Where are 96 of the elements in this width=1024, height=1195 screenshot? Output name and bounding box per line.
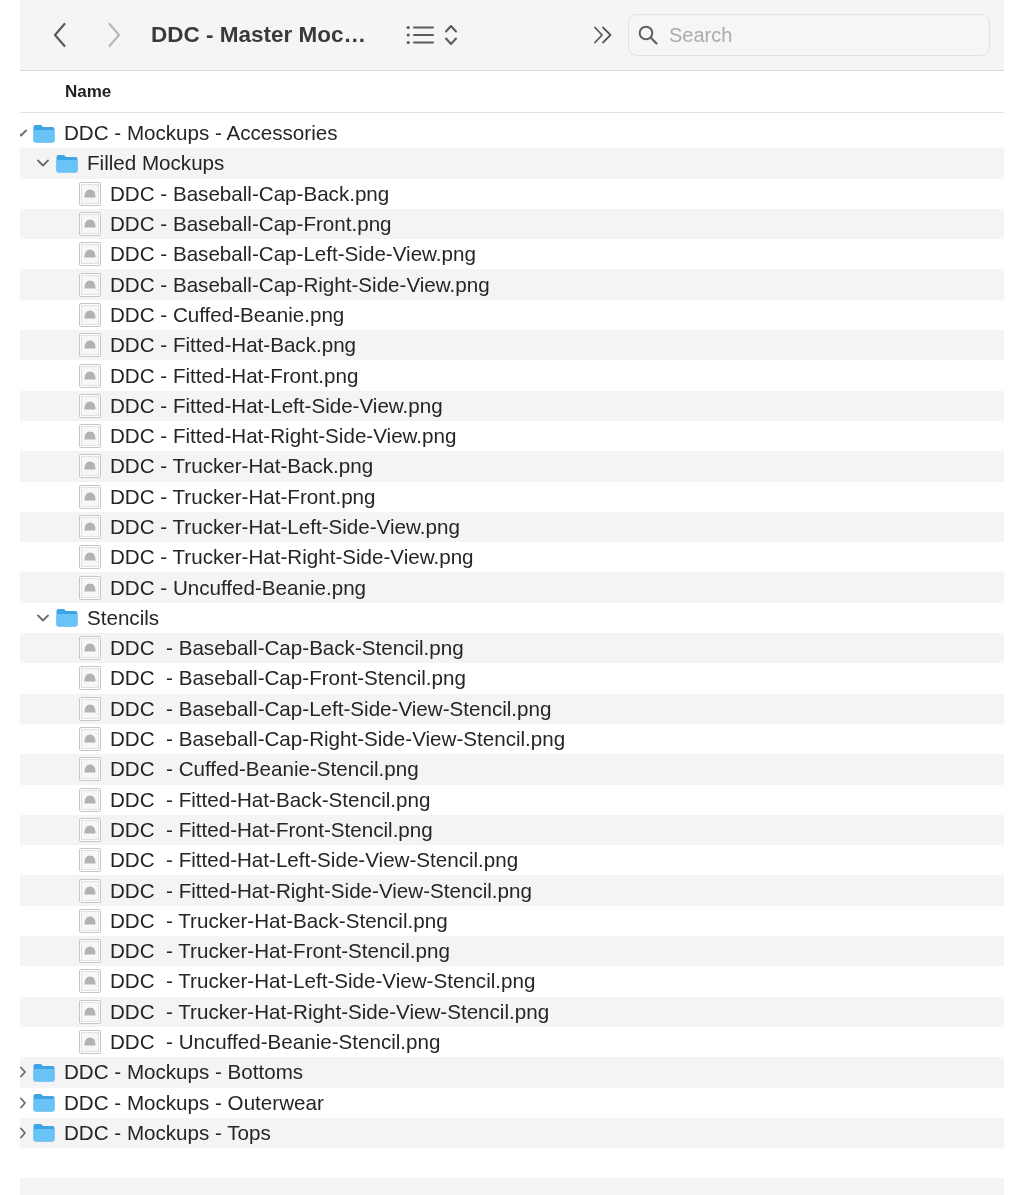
search-icon	[638, 25, 658, 45]
file-name: DDC - Trucker-Hat-Right-Side-View-Stencil.png	[110, 999, 550, 1024]
file-row[interactable]: DDC - Baseball-Cap-Back-Stencil.png	[20, 633, 1004, 664]
file-name: DDC - Fitted-Hat-Left-Side-View-Stencil.png	[110, 848, 519, 873]
folder-icon	[33, 123, 55, 143]
cap-thumbnail-icon	[79, 908, 101, 933]
file-name: DDC - Fitted-Hat-Left-Side-View.png	[110, 393, 443, 418]
file-name: DDC - Baseball-Cap-Right-Side-View.png	[110, 272, 490, 297]
up-down-chevron-icon[interactable]	[444, 23, 458, 47]
file-name: DDC - Trucker-Hat-Right-Side-View.png	[110, 545, 474, 570]
file-row[interactable]: DDC - Cuffed-Beanie-Stencil.png	[20, 754, 1004, 785]
cap-thumbnail-icon	[79, 666, 101, 691]
file-name: DDC - Fitted-Hat-Back.png	[110, 333, 357, 358]
folder-row[interactable]: DDC - Mockups - Bottoms	[20, 1057, 1004, 1088]
folder-row[interactable]: DDC - Mockups - Tops	[20, 1117, 1004, 1149]
folder-name: Stencils	[87, 605, 160, 630]
cap-thumbnail-icon	[79, 636, 101, 661]
search-field[interactable]: Search	[628, 14, 990, 56]
cap-thumbnail-icon	[79, 999, 101, 1024]
list-icon[interactable]	[406, 25, 434, 45]
file-row[interactable]: DDC - Fitted-Hat-Back.png	[20, 330, 1004, 361]
cap-thumbnail-icon	[79, 696, 101, 721]
file-name: DDC - Baseball-Cap-Right-Side-View-Stencil.png	[110, 727, 566, 752]
file-name: DDC - Cuffed-Beanie.png	[110, 302, 345, 327]
cap-thumbnail-icon	[79, 969, 101, 994]
folder-icon	[56, 153, 78, 173]
folder-name: DDC - Mockups - Outerwear	[64, 1090, 324, 1115]
cap-thumbnail-icon	[79, 272, 101, 297]
folder-name: DDC - Mockups - Bottoms	[64, 1060, 304, 1085]
file-row[interactable]: DDC - Fitted-Hat-Front-Stencil.png	[20, 814, 1004, 846]
window-title: DDC - Master Moc…	[151, 22, 367, 48]
folder-icon	[33, 1062, 55, 1082]
cap-thumbnail-icon	[79, 515, 101, 539]
file-name: DDC - Baseball-Cap-Left-Side-View-Stencil.png	[110, 696, 552, 721]
file-row[interactable]: DDC - Trucker-Hat-Back.png	[20, 451, 1004, 482]
chevron-left-icon[interactable]	[52, 22, 68, 48]
file-name: DDC - Baseball-Cap-Back.png	[110, 181, 390, 206]
file-name: DDC - Fitted-Hat-Front.png	[110, 363, 359, 388]
file-name: DDC - Baseball-Cap-Back-Stencil.png	[110, 636, 464, 661]
cap-thumbnail-icon	[79, 787, 101, 812]
cap-thumbnail-icon	[79, 545, 101, 570]
file-row[interactable]: DDC - Fitted-Hat-Left-Side-View.png	[20, 390, 1004, 421]
file-name: DDC - Baseball-Cap-Front-Stencil.png	[110, 666, 466, 691]
cap-thumbnail-icon	[79, 212, 101, 237]
folder-row[interactable]: Filled Mockups	[20, 148, 1004, 179]
file-name: DDC - Trucker-Hat-Left-Side-View.png	[110, 515, 460, 539]
file-row[interactable]: DDC - Baseball-Cap-Left-Side-View-Stencil.png	[20, 693, 1004, 724]
folder-name: Filled Mockups	[87, 151, 225, 176]
cap-thumbnail-icon	[79, 302, 101, 327]
file-row[interactable]: DDC - Trucker-Hat-Left-Side-View.png	[20, 511, 1004, 543]
file-row[interactable]: DDC - Fitted-Hat-Right-Side-View-Stencil.png	[20, 875, 1004, 906]
cap-thumbnail-icon	[79, 424, 101, 449]
file-name: DDC - Fitted-Hat-Front-Stencil.png	[110, 817, 433, 842]
cap-thumbnail-icon	[79, 757, 101, 782]
folder-name: DDC - Mockups - Accessories	[64, 121, 338, 146]
chevron-right-icon[interactable]	[20, 1096, 27, 1109]
file-row[interactable]: DDC - Trucker-Hat-Front-Stencil.png	[20, 936, 1004, 967]
cap-thumbnail-icon	[79, 393, 101, 418]
cap-thumbnail-icon	[79, 363, 101, 388]
file-name: DDC - Trucker-Hat-Left-Side-View-Stencil.png	[110, 969, 536, 994]
cap-thumbnail-icon	[79, 1030, 101, 1055]
folder-icon	[33, 1093, 55, 1113]
cap-thumbnail-icon	[79, 181, 101, 206]
folder-icon	[56, 608, 78, 628]
file-name: DDC - Fitted-Hat-Right-Side-View-Stencil.png	[110, 878, 532, 903]
folder-icon	[33, 1123, 55, 1143]
file-row[interactable]: DDC - Uncuffed-Beanie.png	[20, 572, 1004, 603]
file-name: DDC - Cuffed-Beanie-Stencil.png	[110, 757, 419, 782]
cap-thumbnail-icon	[79, 848, 101, 873]
file-name: DDC - Baseball-Cap-Front.png	[110, 212, 392, 237]
chevron-right-icon[interactable]	[20, 1126, 27, 1139]
column-header[interactable]: Name	[65, 81, 112, 102]
file-name: DDC - Trucker-Hat-Front.png	[110, 484, 376, 509]
file-name: DDC - Uncuffed-Beanie.png	[110, 575, 367, 600]
chevron-right-icon[interactable]	[20, 1066, 27, 1079]
file-row[interactable]: DDC - Baseball-Cap-Front.png	[20, 208, 1004, 240]
file-name: DDC - Fitted-Hat-Back-Stencil.png	[110, 787, 431, 812]
file-name: DDC - Fitted-Hat-Right-Side-View.png	[110, 424, 457, 449]
cap-thumbnail-icon	[79, 817, 101, 842]
cap-thumbnail-icon	[79, 939, 101, 964]
cap-thumbnail-icon	[79, 575, 101, 600]
cap-thumbnail-icon	[79, 484, 101, 509]
cap-thumbnail-icon	[79, 454, 101, 479]
double-chevron-icon[interactable]	[593, 26, 613, 44]
cap-thumbnail-icon	[79, 333, 101, 358]
cap-thumbnail-icon	[79, 727, 101, 752]
cap-thumbnail-icon	[79, 242, 101, 267]
file-name: DDC - Baseball-Cap-Left-Side-View.png	[110, 242, 476, 267]
cap-thumbnail-icon	[79, 878, 101, 903]
file-name: DDC - Trucker-Hat-Back.png	[110, 454, 374, 479]
file-row[interactable]: DDC - Baseball-Cap-Right-Side-View.png	[20, 269, 1004, 300]
file-name: DDC - Trucker-Hat-Back-Stencil.png	[110, 908, 448, 933]
file-row[interactable]: DDC - Trucker-Hat-Right-Side-View-Stencil.png	[20, 996, 1004, 1027]
file-name: DDC - Trucker-Hat-Front-Stencil.png	[110, 939, 450, 964]
file-name: DDC - Uncuffed-Beanie-Stencil.png	[110, 1030, 441, 1055]
folder-name: DDC - Mockups - Tops	[64, 1120, 271, 1145]
